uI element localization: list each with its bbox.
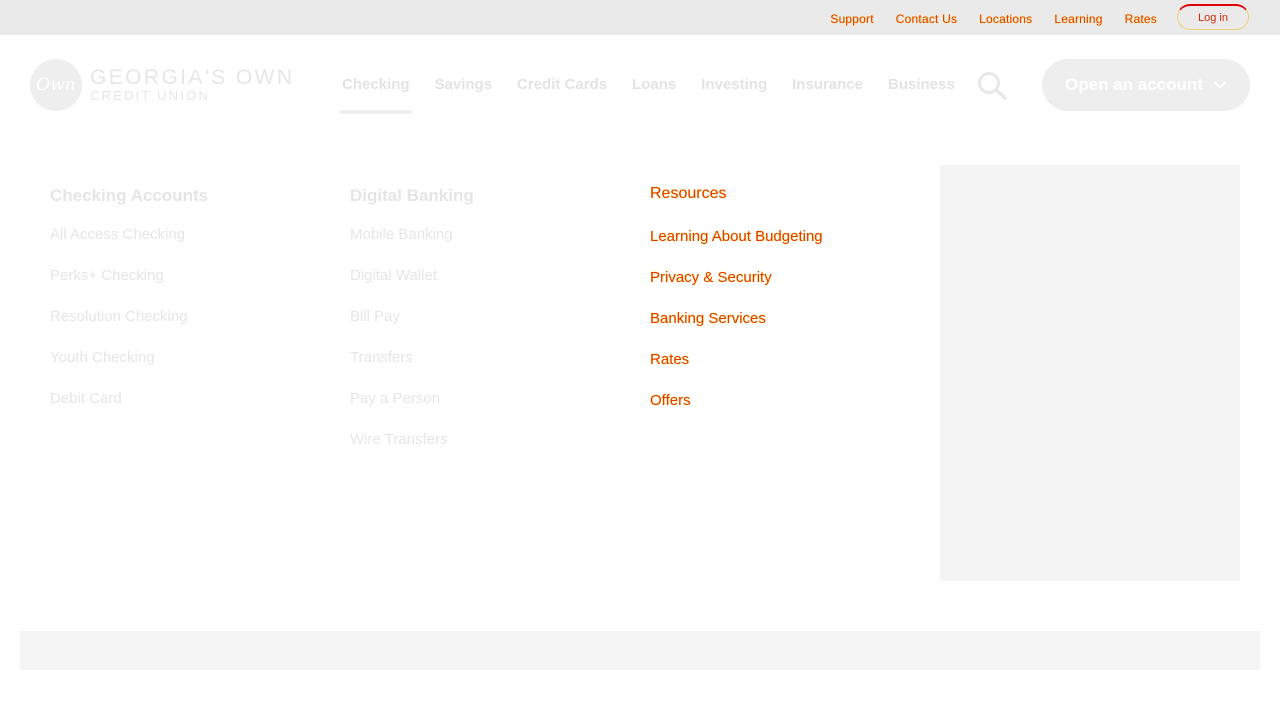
menu-link[interactable]: Resolution Checking (50, 308, 208, 326)
logo-badge: Own (30, 59, 82, 111)
logo[interactable]: Own GEORGIA'S OWN CREDIT UNION (30, 59, 294, 111)
menu-heading-checking: Checking Accounts (50, 186, 209, 205)
search-icon[interactable] (976, 71, 1008, 101)
menu-col-checking: Checking Accounts All Access Checking Pe… (50, 185, 208, 431)
menu-col-resources: Resources Learning About Budgeting Priva… (650, 185, 823, 433)
utility-link-locations[interactable]: Locations (979, 11, 1032, 27)
nav-item-insurance[interactable]: Insurance (792, 74, 863, 96)
logo-text: GEORGIA'S OWN CREDIT UNION (90, 67, 294, 103)
menu-link[interactable]: Rates (650, 351, 823, 369)
logo-title: GEORGIA'S OWN (90, 66, 295, 89)
menu-link[interactable]: Wire Transfers (350, 431, 474, 449)
menu-link[interactable]: Banking Services (650, 310, 823, 328)
menu-link[interactable]: Transfers (350, 349, 474, 367)
login-button[interactable]: Log in (1177, 4, 1249, 30)
open-account-label: Open an account (1065, 75, 1203, 94)
main-nav: Checking Savings Credit Cards Loans Inve… (340, 74, 955, 114)
utility-link-contact[interactable]: Contact Us (896, 11, 957, 27)
menu-link[interactable]: Digital Wallet (350, 267, 474, 285)
menu-col-digital: Digital Banking Mobile Banking Digital W… (350, 185, 474, 472)
menu-link[interactable]: Youth Checking (50, 349, 208, 367)
utility-link-support[interactable]: Support (830, 11, 873, 27)
open-account-button[interactable]: Open an account (1042, 59, 1250, 111)
menu-link[interactable]: Debit Card (50, 390, 208, 408)
menu-heading-digital: Digital Banking (350, 186, 474, 205)
menu-link[interactable]: Bill Pay (350, 308, 474, 326)
utility-links: Support Contact Us Locations Learning Ra… (830, 11, 1157, 27)
promo-panel (940, 165, 1240, 581)
nav-item-savings[interactable]: Savings (435, 74, 493, 96)
menu-link[interactable]: Perks+ Checking (50, 267, 208, 285)
footer-strip (20, 631, 1260, 670)
nav-item-investing[interactable]: Investing (701, 74, 767, 96)
logo-subtitle: CREDIT UNION (90, 88, 211, 103)
chevron-down-icon (1213, 81, 1227, 89)
nav-item-business[interactable]: Business (888, 74, 955, 96)
utility-bar: Support Contact Us Locations Learning Ra… (0, 0, 1280, 35)
nav-item-credit-cards[interactable]: Credit Cards (517, 74, 607, 96)
utility-link-learning[interactable]: Learning (1054, 11, 1102, 27)
menu-link[interactable]: Mobile Banking (350, 226, 474, 244)
nav-item-loans[interactable]: Loans (632, 74, 676, 96)
menu-link[interactable]: Learning About Budgeting (650, 228, 823, 246)
menu-link[interactable]: All Access Checking (50, 226, 208, 244)
menu-link[interactable]: Pay a Person (350, 390, 474, 408)
menu-heading-resources: Resources (650, 185, 727, 202)
utility-link-rates[interactable]: Rates (1125, 11, 1157, 27)
menu-link[interactable]: Privacy & Security (650, 269, 823, 287)
nav-item-checking[interactable]: Checking (340, 74, 412, 114)
menu-link[interactable]: Offers (650, 392, 823, 410)
